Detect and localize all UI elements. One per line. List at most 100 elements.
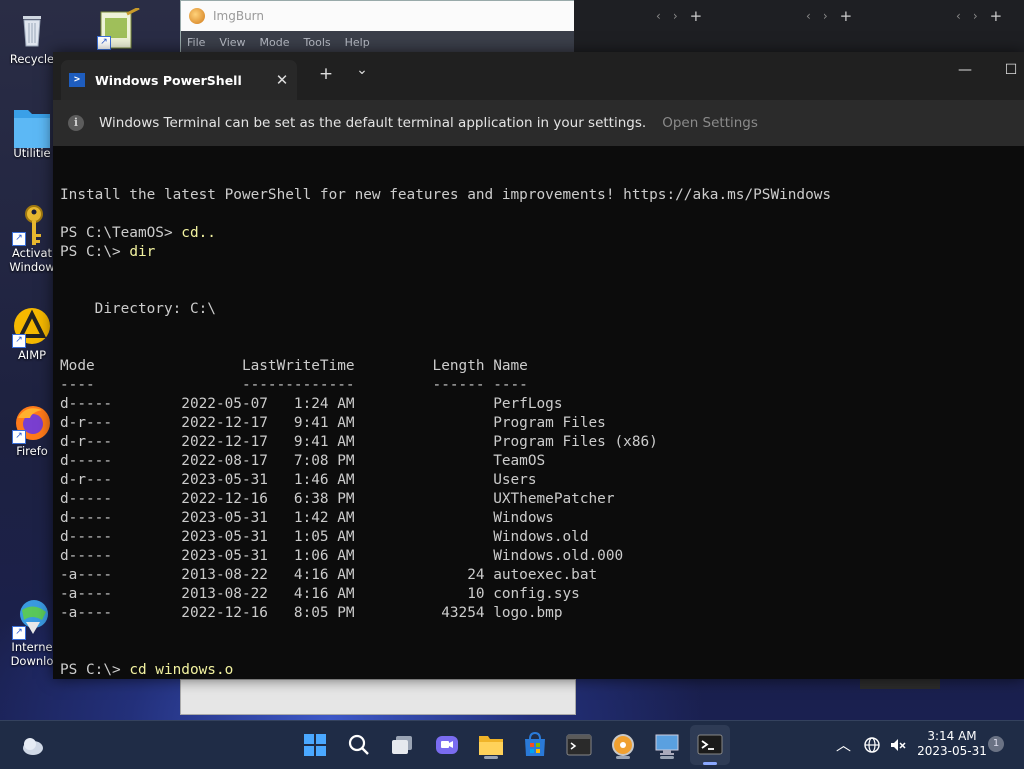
firefox-icon: ↗	[12, 402, 52, 444]
info-icon: i	[68, 115, 84, 131]
chevron-left-icon[interactable]: ‹	[656, 9, 661, 23]
terminal-app-icon[interactable]	[564, 730, 594, 760]
shortcut-arrow-icon: ↗	[12, 626, 26, 640]
task-view-icon[interactable]	[388, 730, 418, 760]
file-explorer-icon[interactable]	[476, 730, 506, 760]
infobar-message: Windows Terminal can be set as the defau…	[99, 115, 647, 131]
weather-widget-icon[interactable]	[18, 730, 48, 760]
console-command: cd..	[181, 225, 216, 241]
tab-close-icon[interactable]: ✕	[267, 71, 297, 89]
menu-tools[interactable]: Tools	[304, 36, 331, 49]
console-line: Install the latest PowerShell for new fe…	[60, 187, 832, 203]
imgburn-titlebar[interactable]: ImgBurn	[181, 1, 575, 31]
console-line: d----- 2022-08-17 7:08 PM TeamOS	[60, 453, 546, 469]
menu-file[interactable]: File	[187, 36, 205, 49]
add-icon[interactable]: +	[690, 7, 703, 25]
console-prompt: PS C:\TeamOS>	[60, 225, 182, 241]
shortcut-arrow-icon: ↗	[12, 232, 26, 246]
console-prompt: PS C:\>	[60, 662, 130, 678]
imgburn-window[interactable]: ImgBurn File View Mode Tools Help	[180, 0, 576, 54]
search-icon[interactable]	[344, 730, 374, 760]
running-indicator	[616, 756, 630, 759]
start-icon[interactable]	[300, 730, 330, 760]
console-prompt: PS C:\>	[60, 244, 130, 260]
notepad-icon: ↗	[97, 6, 140, 50]
chevron-left-icon[interactable]: ‹	[956, 9, 961, 23]
console-command: cd windows.o	[129, 662, 234, 678]
console-line: -a---- 2022-12-16 8:05 PM 43254 logo.bmp	[60, 605, 563, 621]
clock-date: 2023-05-31	[917, 744, 987, 758]
console-line: -a---- 2013-08-22 4:16 AM 10 config.sys	[60, 586, 580, 602]
minimize-button[interactable]: —	[950, 62, 980, 78]
console-output[interactable]: Install the latest PowerShell for new fe…	[60, 167, 1024, 680]
background-window-edge	[860, 679, 940, 689]
clock[interactable]: 3:14 AM 2023-05-31	[916, 729, 988, 759]
key-icon: ↗	[12, 204, 52, 246]
console-line: d-r--- 2022-12-17 9:41 AM Program Files	[60, 415, 606, 431]
console-line: Directory: C:\	[60, 301, 216, 317]
chevron-up-icon[interactable]: ︿	[836, 734, 851, 755]
default-terminal-infobar: i Windows Terminal can be set as the def…	[53, 100, 1024, 146]
chat-icon[interactable]	[432, 730, 462, 760]
console-line: d-r--- 2023-05-31 1:46 AM Users	[60, 472, 537, 488]
clock-time: 3:14 AM	[927, 729, 977, 743]
new-tab-button[interactable]: +	[311, 64, 341, 84]
store-icon[interactable]	[520, 730, 550, 760]
chevron-right-icon[interactable]: ›	[823, 9, 828, 23]
menu-help[interactable]: Help	[345, 36, 370, 49]
imgburn-menubar: File View Mode Tools Help	[181, 31, 575, 53]
powershell-app-icon[interactable]	[690, 725, 730, 765]
console-line: d----- 2023-05-31 1:05 AM Windows.old	[60, 529, 589, 545]
console-line: PS C:\TeamOS> cd..	[60, 224, 1024, 243]
desktop-icon-notepad[interactable]: ↗	[92, 6, 142, 50]
background-window-tabs: ‹ › + ‹ › + ‹ › +	[574, 0, 1024, 52]
recycle-bin-icon	[12, 10, 52, 50]
aimp-icon: ↗	[12, 306, 52, 348]
running-indicator	[660, 756, 674, 759]
imgburn-icon	[189, 8, 205, 24]
chevron-left-icon[interactable]: ‹	[806, 9, 811, 23]
imgburn-app-icon[interactable]	[608, 730, 638, 760]
tab-windows-powershell[interactable]: > Windows PowerShell ✕	[61, 60, 297, 100]
open-settings-link[interactable]: Open Settings	[662, 115, 758, 131]
chevron-right-icon[interactable]: ›	[973, 9, 978, 23]
remote-desktop-icon[interactable]	[652, 730, 682, 760]
shortcut-arrow-icon: ↗	[97, 36, 111, 50]
add-icon[interactable]: +	[840, 7, 853, 25]
terminal-window[interactable]: > Windows PowerShell ✕ + ⌄ — ☐ i Windows…	[53, 52, 1024, 679]
tab-title: Windows PowerShell	[95, 72, 242, 88]
network-icon[interactable]	[862, 735, 882, 758]
console-command: dir	[129, 244, 156, 260]
console-line: Mode LastWriteTime Length Name	[60, 358, 528, 374]
tab-dropdown-button[interactable]: ⌄	[347, 62, 377, 78]
menu-mode[interactable]: Mode	[260, 36, 290, 49]
add-icon[interactable]: +	[990, 7, 1003, 25]
console-line: d----- 2023-05-31 1:06 AM Windows.old.00…	[60, 548, 624, 564]
menu-view[interactable]: View	[219, 36, 245, 49]
console-line: -a---- 2013-08-22 4:16 AM 24 autoexec.ba…	[60, 567, 598, 583]
taskbar: ︿ 3:14 AM 2023-05-31 1	[0, 720, 1024, 769]
active-indicator	[703, 762, 717, 765]
powershell-icon: >	[69, 73, 85, 87]
console-line: PS C:\> dir	[60, 243, 1024, 262]
console-line: ---- ------------- ------ ----	[60, 377, 528, 393]
imgburn-window-bottom	[180, 679, 576, 715]
terminal-tabbar[interactable]: > Windows PowerShell ✕ + ⌄ — ☐	[53, 52, 1024, 100]
console-line: d----- 2022-05-07 1:24 AM PerfLogs	[60, 396, 563, 412]
chevron-right-icon[interactable]: ›	[673, 9, 678, 23]
console-line: d----- 2022-12-16 6:38 PM UXThemePatcher	[60, 491, 615, 507]
imgburn-title: ImgBurn	[213, 9, 265, 23]
volume-muted-icon[interactable]	[888, 735, 908, 758]
internet-download-icon: ↗	[12, 598, 52, 640]
notification-badge[interactable]: 1	[988, 736, 1004, 752]
maximize-button[interactable]: ☐	[996, 62, 1024, 78]
shortcut-arrow-icon: ↗	[12, 334, 26, 348]
